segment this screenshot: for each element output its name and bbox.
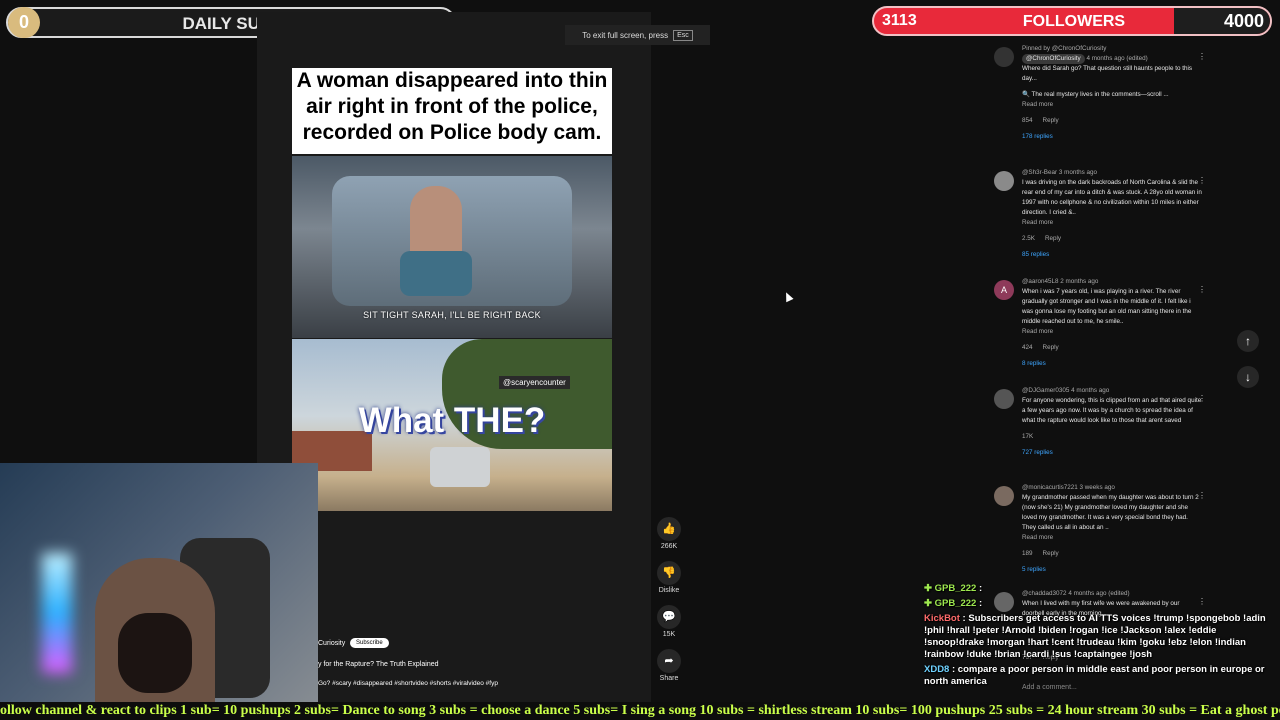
read-more-link[interactable]: Read more bbox=[1022, 218, 1202, 228]
more-options-icon[interactable]: ⋮ bbox=[1198, 491, 1206, 500]
like-count: 266K bbox=[660, 543, 678, 550]
comment-count: 15K bbox=[662, 631, 676, 638]
bodycam-caption: SIT TIGHT SARAH, I'LL BE RIGHT BACK bbox=[363, 310, 541, 320]
share-button[interactable]: ➦ Share bbox=[652, 649, 686, 682]
chat-message: ✚ GPB_222 : bbox=[924, 583, 983, 594]
bodycam-frame-top: SIT TIGHT SARAH, I'LL BE RIGHT BACK bbox=[292, 156, 612, 338]
reply-button[interactable]: Reply bbox=[1043, 549, 1059, 559]
chat-message: ✚ GPB_222 : bbox=[924, 598, 983, 609]
dislike-label: Dislike bbox=[658, 587, 680, 594]
comment-author[interactable]: @Sh3r-Bear bbox=[1022, 169, 1057, 176]
comment-author[interactable]: @DJGamer0305 bbox=[1022, 387, 1069, 394]
more-options-icon[interactable]: ⋮ bbox=[1198, 52, 1206, 61]
comment-time: 2 months ago bbox=[1060, 278, 1099, 285]
more-options-icon[interactable]: ⋮ bbox=[1198, 285, 1206, 294]
subscribe-button[interactable]: Subscribe bbox=[350, 638, 389, 648]
comment-author[interactable]: @monicacurtis7221 bbox=[1022, 484, 1078, 491]
pinned-label: Pinned by @ChronOfCuriosity bbox=[1022, 45, 1107, 52]
video-title[interactable]: y for the Rapture? The Truth Explained bbox=[318, 661, 439, 668]
chat-message: KickBot : Subscribers get access to AI T… bbox=[924, 613, 1266, 660]
share-label: Share bbox=[659, 675, 679, 682]
reply-button[interactable]: Reply bbox=[1043, 343, 1059, 353]
replies-toggle[interactable]: 85 replies bbox=[1022, 250, 1202, 260]
like-button[interactable]: 👍 266K bbox=[652, 517, 686, 550]
comment-author[interactable]: @aaron45L8 bbox=[1022, 278, 1059, 285]
comment-text-2: 🔍 The real mystery lives in the comments… bbox=[1022, 91, 1169, 98]
chat-text: Subscribers get access to AI TTS voices … bbox=[924, 613, 1266, 660]
channel-name[interactable]: Curiosity bbox=[318, 640, 345, 647]
comment-text: When i was 7 years old, i was playing in… bbox=[1022, 288, 1192, 325]
like-count[interactable]: 854 bbox=[1022, 116, 1033, 126]
video-big-text: What THE? bbox=[358, 401, 546, 440]
like-count[interactable]: 424 bbox=[1022, 343, 1033, 353]
comment-text: My grandmother passed when my daughter w… bbox=[1022, 494, 1199, 531]
comment-avatar[interactable]: A bbox=[994, 280, 1014, 300]
read-more-link[interactable]: Read more bbox=[1022, 533, 1202, 543]
like-icon: 👍 bbox=[657, 517, 681, 541]
webcam-feed bbox=[0, 463, 318, 720]
comment-text: Where did Sarah go? That question still … bbox=[1022, 65, 1193, 82]
chat-user: GPB_222 bbox=[934, 598, 977, 609]
like-count[interactable]: 2.5K bbox=[1022, 234, 1035, 244]
arrow-down-icon: ↓ bbox=[1245, 370, 1251, 384]
chat-message: XDD8 : compare a poor person in middle e… bbox=[924, 664, 1265, 687]
comment-time: 3 weeks ago bbox=[1079, 484, 1115, 491]
police-car bbox=[430, 447, 490, 487]
rgb-light bbox=[42, 553, 72, 673]
followers-goal: 4000 bbox=[1223, 11, 1264, 31]
replies-toggle[interactable]: 8 replies bbox=[1022, 359, 1202, 369]
woman-shirt bbox=[400, 251, 472, 296]
comment-avatar[interactable] bbox=[994, 389, 1014, 409]
comment-time: 4 months ago (edited) bbox=[1086, 55, 1148, 62]
next-video-button[interactable]: ↓ bbox=[1237, 366, 1259, 388]
like-count[interactable]: 17K bbox=[1022, 432, 1033, 442]
comment-time: 3 months ago bbox=[1058, 169, 1098, 176]
chat-user: XDD8 bbox=[924, 664, 950, 675]
comment-time: 4 months ago bbox=[1071, 387, 1110, 394]
comment-avatar[interactable] bbox=[994, 47, 1014, 67]
fullscreen-tip-text: To exit full screen, press bbox=[582, 30, 669, 40]
replies-toggle[interactable]: 5 replies bbox=[1022, 565, 1202, 575]
comment-text: For anyone wondering, this is clipped fr… bbox=[1022, 397, 1202, 424]
goals-ticker: ollow channel & react to clips 1 sub= 10… bbox=[0, 702, 1280, 720]
read-more-link[interactable]: Read more bbox=[1022, 100, 1202, 110]
dislike-button[interactable]: 👎 Dislike bbox=[652, 561, 686, 594]
followers-title: FOLLOWERS bbox=[1022, 13, 1126, 30]
fullscreen-exit-tip: To exit full screen, press Esc bbox=[565, 25, 710, 45]
replies-toggle[interactable]: 727 replies bbox=[1022, 448, 1202, 458]
chat-user: KickBot bbox=[924, 613, 960, 624]
video-watermark: @scaryencounter bbox=[499, 376, 570, 389]
esc-key-badge: Esc bbox=[673, 29, 693, 41]
more-options-icon[interactable]: ⋮ bbox=[1198, 176, 1206, 185]
comment-text: I was driving on the dark backroads of N… bbox=[1022, 179, 1202, 216]
comments-button[interactable]: 💬 15K bbox=[652, 605, 686, 638]
video-title-overlay: A woman disappeared into thin air right … bbox=[292, 68, 612, 154]
read-more-link[interactable]: Read more bbox=[1022, 327, 1202, 337]
dislike-icon: 👎 bbox=[657, 561, 681, 585]
previous-video-button[interactable]: ↑ bbox=[1237, 330, 1259, 352]
chat-text: compare a poor person in middle east and… bbox=[924, 664, 1265, 687]
comment-avatar[interactable] bbox=[994, 486, 1014, 506]
mouse-cursor-icon bbox=[782, 290, 794, 303]
comment-avatar[interactable] bbox=[994, 171, 1014, 191]
bodycam-frame-bottom: @scaryencounter What THE? bbox=[292, 339, 612, 511]
replies-toggle[interactable]: 178 replies bbox=[1022, 132, 1202, 142]
like-count[interactable]: 189 bbox=[1022, 549, 1033, 559]
comment-icon: 💬 bbox=[657, 605, 681, 629]
reply-button[interactable]: Reply bbox=[1045, 234, 1061, 244]
chat-user: GPB_222 bbox=[934, 583, 977, 594]
reply-button[interactable]: Reply bbox=[1043, 116, 1059, 126]
more-options-icon[interactable]: ⋮ bbox=[1198, 394, 1206, 403]
comment-author[interactable]: @ChronOfCuriosity bbox=[1022, 54, 1085, 64]
streamer-beard bbox=[118, 613, 192, 693]
followers-bar: 3113 FOLLOWERS 4000 bbox=[872, 6, 1272, 36]
stream-chat: ✚ GPB_222 : ✚ GPB_222 : KickBot : Subscr… bbox=[924, 583, 1276, 688]
arrow-up-icon: ↑ bbox=[1245, 334, 1251, 348]
video-hashtags[interactable]: Go? #scary #disappeared #shortvideo #sho… bbox=[318, 679, 518, 688]
share-icon: ➦ bbox=[657, 649, 681, 673]
